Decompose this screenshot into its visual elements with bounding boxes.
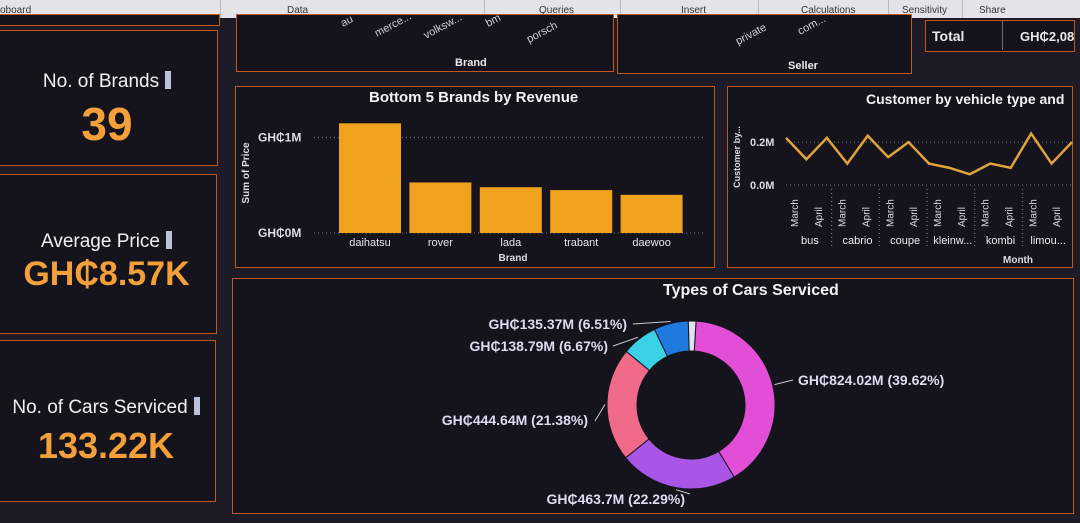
line-ytick-label: 0.2M — [750, 137, 774, 149]
ribbon-tab-share[interactable]: Share — [979, 5, 1006, 16]
donut-leader-line — [594, 404, 606, 422]
seller-slicer-item[interactable]: com... — [796, 15, 828, 38]
line-group-label: kleinw... — [933, 235, 972, 247]
line-group-label: coupe — [890, 235, 920, 247]
donut-slice-label: GH₵463.7M (22.29%) — [546, 491, 685, 507]
donut-chart-svg: GH₵824.02M (39.62%) GH₵463.7M (22.29%) GH₵… — [442, 316, 945, 507]
line-xlabel: Month — [1003, 255, 1033, 266]
kpi-indicator-icon — [165, 71, 172, 89]
donut-slice-label: GH₵138.79M (6.67%) — [469, 338, 608, 354]
line-group-label: kombi — [986, 235, 1015, 247]
bar-xlabel: Brand — [499, 253, 528, 264]
kpi-cars-title-row: No. of Cars Serviced — [0, 397, 215, 419]
line-month-label: April — [814, 207, 825, 227]
brand-slicer-item[interactable]: volksw... — [422, 15, 464, 42]
kpi-indicator-icon — [193, 397, 200, 415]
donut-slice — [687, 320, 697, 352]
line-ylabel: Customer by... — [732, 126, 742, 188]
bar-ytick-label: GH₵1M — [258, 131, 301, 145]
total-divider — [1002, 21, 1003, 50]
line-ytick-label: 0.0M — [750, 180, 774, 192]
line-month-label: March — [1028, 199, 1039, 227]
bar-ylabel: Sum of Price — [241, 142, 252, 204]
brand-slicer-svg: au merce... volksw... bm porsch Brand — [339, 15, 560, 69]
kpi-brands-title-row: No. of Brands — [0, 71, 217, 93]
bar-rect — [550, 190, 613, 233]
kpi-indicator-icon — [166, 231, 172, 249]
seller-slicer-item[interactable]: private — [734, 22, 769, 48]
bar-rect — [339, 123, 401, 233]
line-chart-svg: Customer by... Month 0.0M 0.2M March April b… — [732, 126, 1073, 266]
donut-slice — [693, 320, 776, 478]
kpi-card-average-price: Average Price GH₵8.57K — [0, 174, 217, 334]
line-month-label: March — [885, 199, 896, 227]
kpi-brands-value: 39 — [81, 98, 133, 150]
donut-chart-panel[interactable]: Types of Cars Serviced GH₵824.02M (39.62… — [232, 278, 1074, 514]
donut-slice — [624, 438, 735, 490]
kpi-avg-value: GH₵8.57K — [23, 255, 190, 293]
brand-slicer-item[interactable]: merce... — [373, 15, 414, 40]
brand-slicer-label: Brand — [455, 57, 487, 69]
seller-slicer[interactable]: private com... Seller — [617, 14, 912, 74]
donut-slice — [606, 350, 651, 459]
total-card: Total GH₵2,08 — [925, 20, 1075, 52]
brand-slicer-item[interactable]: au — [339, 15, 355, 30]
bar-chart-panel[interactable]: Bottom 5 Brands by Revenue Sum of Price … — [235, 86, 715, 268]
donut-slice-label: GH₵824.02M (39.62%) — [798, 372, 944, 388]
line-series — [785, 131, 1073, 176]
seller-slicer-svg: private com... Seller — [734, 15, 828, 72]
line-month-label: April — [1052, 207, 1063, 227]
line-month-label: March — [790, 199, 801, 227]
line-month-label: March — [838, 199, 849, 227]
bar-category-label: trabant — [564, 237, 598, 249]
donut-slice-label: GH₵135.37M (6.51%) — [488, 316, 627, 332]
line-month-label: March — [981, 199, 992, 227]
line-month-label: April — [1005, 207, 1016, 227]
bar-chart-svg: Sum of Price Brand GH₵0M GH₵1M daihatsu rov… — [241, 123, 706, 264]
bar-rect — [409, 182, 472, 233]
bar-ytick-label: GH₵0M — [258, 226, 301, 240]
total-value: GH₵2,08 — [1020, 29, 1075, 44]
line-month-label: April — [957, 207, 968, 227]
donut-leader-line — [774, 379, 794, 386]
bar-category-label: lada — [500, 237, 522, 249]
line-group-label: bus — [801, 235, 819, 247]
total-label: Total — [932, 28, 965, 44]
brand-slicer-item[interactable]: bm — [484, 15, 503, 30]
kpi-cars-title: No. of Cars Serviced — [12, 397, 188, 418]
brand-slicer-item[interactable]: porsch — [525, 20, 560, 46]
donut-slice-label: GH₵444.64M (21.38%) — [442, 412, 588, 428]
kpi-avg-title-row: Average Price — [0, 231, 216, 253]
brand-slicer[interactable]: au merce... volksw... bm porsch Brand — [236, 14, 614, 72]
bar-category-label: daihatsu — [349, 237, 391, 249]
kpi-cars-value: 133.22K — [37, 425, 175, 466]
bar-rect — [479, 187, 542, 233]
bar-rect — [620, 194, 683, 233]
line-chart-panel[interactable]: Customer by vehicle type and Customer by… — [727, 86, 1073, 268]
kpi-card-cars-serviced: No. of Cars Serviced 133.22K — [0, 340, 216, 502]
kpi-card-brands: No. of Brands 39 — [0, 30, 218, 166]
seller-slicer-label: Seller — [788, 60, 819, 72]
line-month-label: April — [862, 207, 873, 227]
line-month-label: March — [933, 199, 944, 227]
line-month-label: April — [909, 207, 920, 227]
kpi-avg-title: Average Price — [41, 231, 160, 252]
kpi-card-stub — [0, 14, 220, 26]
donut-leader-line — [632, 320, 671, 325]
kpi-brands-title: No. of Brands — [42, 71, 160, 92]
line-group-label: limou... — [1030, 235, 1065, 247]
bar-category-label: rover — [428, 237, 453, 249]
line-group-label: cabrio — [843, 235, 873, 247]
bar-category-label: daewoo — [632, 237, 671, 249]
